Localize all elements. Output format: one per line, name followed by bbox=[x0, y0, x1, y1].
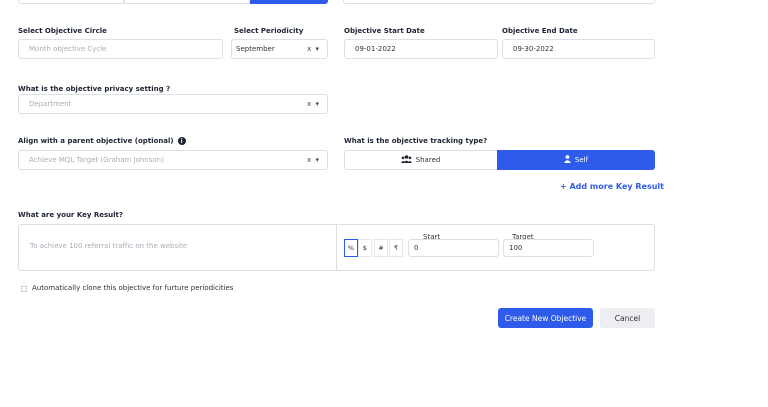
end-date-label: Objective End Date bbox=[502, 27, 578, 35]
target-value-input[interactable]: 100 bbox=[503, 239, 594, 257]
top-button-primary[interactable] bbox=[250, 0, 328, 4]
periodicity-controls[interactable]: x ▾ bbox=[307, 45, 320, 53]
users-icon bbox=[400, 155, 412, 165]
create-objective-button[interactable]: Create New Objective bbox=[498, 308, 593, 328]
objective-circle-placeholder: Month objective Cycle bbox=[29, 45, 107, 53]
cancel-button[interactable]: Cancel bbox=[600, 308, 655, 328]
parent-objective-select[interactable]: Achieve MQL Target (Graham Johnson) x ▾ bbox=[18, 150, 328, 170]
start-date-input[interactable]: 09-01-2022 bbox=[344, 39, 498, 59]
user-icon bbox=[563, 155, 571, 165]
clear-icon[interactable]: x bbox=[307, 100, 312, 108]
unit-hash-button[interactable]: # bbox=[374, 239, 388, 257]
start-date-label: Objective Start Date bbox=[344, 27, 425, 35]
parent-objective-label: Align with a parent objective (optional) bbox=[18, 137, 174, 145]
objective-circle-input[interactable]: Month objective Cycle bbox=[18, 39, 223, 59]
privacy-label: What is the objective privacy setting ? bbox=[18, 85, 171, 93]
start-value: 0 bbox=[414, 244, 419, 252]
top-field-mid[interactable] bbox=[124, 0, 250, 4]
tracking-shared-button[interactable]: Shared bbox=[344, 150, 497, 170]
tracking-type-label: What is the objective tracking type? bbox=[344, 137, 488, 145]
parent-objective-label-row: Align with a parent objective (optional)… bbox=[18, 137, 186, 145]
chevron-down-icon[interactable]: ▾ bbox=[315, 156, 320, 164]
chevron-down-icon[interactable]: ▾ bbox=[315, 45, 320, 53]
end-date-value: 09-30-2022 bbox=[513, 45, 554, 53]
top-field-left[interactable] bbox=[18, 0, 124, 4]
periodicity-label: Select Periodicity bbox=[234, 27, 304, 35]
add-more-key-result-link[interactable]: + Add more Key Result bbox=[560, 182, 664, 191]
end-date-input[interactable]: 09-30-2022 bbox=[502, 39, 655, 59]
parent-objective-placeholder: Achieve MQL Target (Graham Johnson) bbox=[29, 156, 164, 164]
tracking-self-button[interactable]: Self bbox=[497, 150, 655, 170]
key-result-divider bbox=[336, 224, 337, 271]
unit-dollar-button[interactable]: $ bbox=[358, 239, 372, 257]
clear-icon[interactable]: x bbox=[307, 45, 312, 53]
privacy-controls[interactable]: x ▾ bbox=[307, 100, 320, 108]
start-date-value: 09-01-2022 bbox=[355, 45, 396, 53]
start-value-input[interactable]: 0 bbox=[408, 239, 499, 257]
privacy-placeholder: Department bbox=[29, 100, 72, 108]
tracking-shared-label: Shared bbox=[415, 156, 441, 164]
key-result-input[interactable]: To achieve 100 referral traffic on the w… bbox=[30, 242, 187, 250]
parent-objective-controls[interactable]: x ▾ bbox=[307, 156, 320, 164]
unit-rupee-button[interactable]: ₹ bbox=[389, 239, 403, 257]
chevron-down-icon[interactable]: ▾ bbox=[315, 100, 320, 108]
objective-circle-label: Select Objective Circle bbox=[18, 27, 107, 35]
top-field-right[interactable] bbox=[343, 0, 655, 4]
clone-checkbox-label: Automatically clone this objective for f… bbox=[32, 284, 234, 292]
clone-checkbox[interactable] bbox=[21, 286, 27, 292]
key-result-label: What are your Key Result? bbox=[18, 211, 123, 219]
clear-icon[interactable]: x bbox=[307, 156, 312, 164]
tracking-self-label: Self bbox=[574, 156, 589, 164]
periodicity-select[interactable]: September x ▾ bbox=[231, 39, 328, 59]
target-value: 100 bbox=[509, 244, 523, 252]
unit-percent-button[interactable]: % bbox=[344, 239, 358, 257]
privacy-select[interactable]: Department x ▾ bbox=[18, 94, 328, 114]
periodicity-value: September bbox=[236, 45, 275, 53]
info-icon[interactable]: i bbox=[177, 137, 186, 145]
